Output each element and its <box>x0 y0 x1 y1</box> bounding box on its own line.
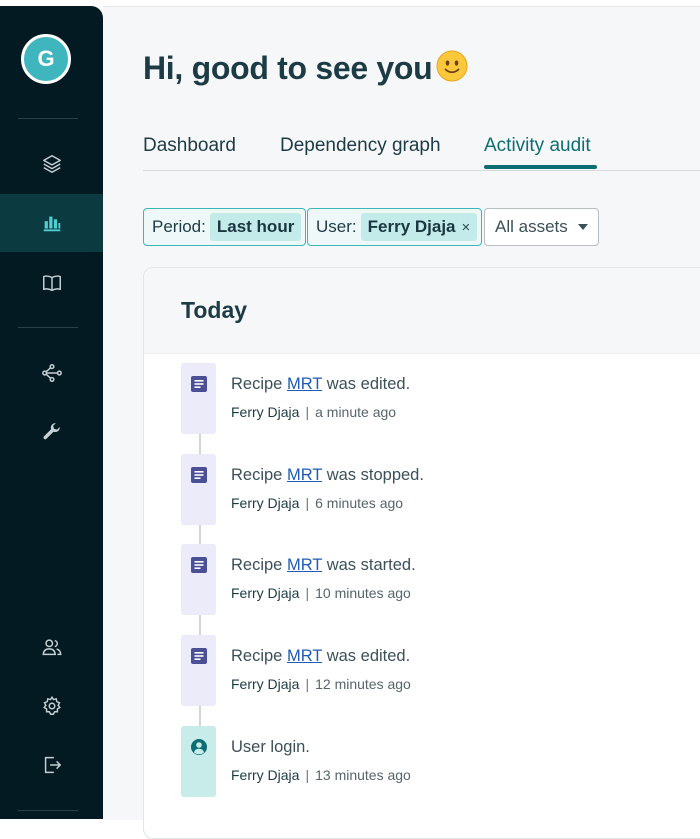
event-timestamp: 12 minutes ago <box>315 676 411 692</box>
event-prefix: Recipe <box>231 466 283 484</box>
recipe-link[interactable]: MRT <box>287 466 322 484</box>
meta-separator: | <box>305 676 310 692</box>
event-icon-box <box>181 635 216 706</box>
network-icon <box>41 364 62 382</box>
sidebar: G <box>0 6 103 819</box>
period-filter-label: Period: <box>152 217 206 236</box>
event-description: Recipe MRT was edited. <box>231 647 410 666</box>
event-user: Ferry Djaja <box>231 495 300 511</box>
nav-item-settings[interactable] <box>0 677 103 735</box>
layers-icon <box>42 155 61 173</box>
nav-item-analytics[interactable] <box>0 194 103 252</box>
nav-item-layers[interactable] <box>0 135 103 193</box>
event-prefix: Recipe <box>231 556 283 574</box>
assets-dropdown[interactable]: All assets <box>484 208 599 246</box>
user-filter-value: Ferry Djaja <box>367 217 456 236</box>
recipe-link[interactable]: MRT <box>287 375 322 393</box>
activity-card: Today Recipe MRT was edited. Ferry Djaja… <box>143 267 700 839</box>
assets-dropdown-label: All assets <box>495 217 568 236</box>
user-avatar[interactable]: G <box>21 34 71 84</box>
meta-separator: | <box>305 495 310 511</box>
event-action: was started. <box>326 556 416 574</box>
smiley-face-icon <box>436 50 468 82</box>
user-circle-icon <box>190 739 207 755</box>
logout-icon <box>44 756 61 774</box>
meta-separator: | <box>305 404 310 420</box>
nav-item-connections[interactable] <box>0 344 103 402</box>
tab-activity-audit[interactable]: Activity audit <box>484 135 591 165</box>
event-icon-box <box>181 726 216 797</box>
gear-icon <box>42 695 61 715</box>
meta-separator: | <box>305 767 310 783</box>
nav-item-users[interactable] <box>0 618 103 676</box>
user-filter-chip[interactable]: User: Ferry Djaja × <box>307 208 483 246</box>
event-description: Recipe MRT was started. <box>231 556 416 575</box>
event-prefix: Recipe <box>231 647 283 665</box>
main-content: Hi, good to see you Dashboard Dependency… <box>103 6 700 839</box>
event-action: was edited. <box>326 647 411 665</box>
event-meta: Ferry Djaja | 13 minutes ago <box>231 767 411 783</box>
book-icon <box>42 275 61 292</box>
avatar-initial: G <box>37 46 55 71</box>
event-user: Ferry Djaja <box>231 585 300 601</box>
tab-bar: Dashboard Dependency graph Activity audi… <box>143 131 700 171</box>
activity-event: Recipe MRT was edited. Ferry Djaja | 12 mi… <box>181 635 700 707</box>
sidebar-divider <box>18 118 78 119</box>
event-description: Recipe MRT was stopped. <box>231 466 424 485</box>
recipe-document-icon <box>190 467 207 483</box>
greeting-text: Hi, good to see you <box>143 50 433 86</box>
nav-item-tools[interactable] <box>0 403 103 461</box>
active-tab-indicator <box>484 165 597 169</box>
event-user: Ferry Djaja <box>231 404 300 420</box>
event-icon-box <box>181 544 216 615</box>
users-icon <box>41 639 61 656</box>
sidebar-divider <box>18 327 78 328</box>
tab-dashboard[interactable]: Dashboard <box>143 135 236 165</box>
recipe-document-icon <box>190 376 207 392</box>
recipe-link[interactable]: MRT <box>287 647 322 665</box>
event-meta: Ferry Djaja | 6 minutes ago <box>231 495 403 511</box>
event-timestamp: a minute ago <box>315 404 397 420</box>
event-prefix: Recipe <box>231 375 283 393</box>
event-user: Ferry Djaja <box>231 767 300 783</box>
event-meta: Ferry Djaja | 10 minutes ago <box>231 585 411 601</box>
period-filter-value: Last hour <box>209 213 302 241</box>
event-description: User login. <box>231 738 310 756</box>
activity-card-header: Today <box>144 268 700 354</box>
event-user: Ferry Djaja <box>231 676 300 692</box>
sidebar-divider <box>18 810 78 811</box>
activity-event: User login. Ferry Djaja | 13 minutes ago <box>181 726 700 798</box>
section-title: Today <box>181 297 248 323</box>
activity-event: Recipe MRT was edited. Ferry Djaja | a min… <box>181 363 700 435</box>
event-action: was edited. <box>326 375 411 393</box>
recipe-document-icon <box>190 648 207 664</box>
user-filter-value-wrap: Ferry Djaja × <box>360 213 478 241</box>
event-icon-box <box>181 363 216 434</box>
event-description: Recipe MRT was edited. <box>231 375 410 394</box>
nav-item-docs[interactable] <box>0 254 103 312</box>
activity-event: Recipe MRT was stopped. Ferry Djaja | 6 mi… <box>181 454 700 526</box>
event-timestamp: 6 minutes ago <box>315 495 404 511</box>
recipe-link[interactable]: MRT <box>287 556 322 574</box>
tab-dependency-graph[interactable]: Dependency graph <box>280 135 441 165</box>
event-meta: Ferry Djaja | 12 minutes ago <box>231 676 411 692</box>
close-icon[interactable]: × <box>462 219 471 236</box>
period-filter-chip[interactable]: Period: Last hour <box>143 208 307 246</box>
event-meta: Ferry Djaja | a minute ago <box>231 404 396 420</box>
event-icon-box <box>181 454 216 525</box>
caret-down-icon <box>577 224 588 230</box>
bar-chart-icon <box>43 216 60 232</box>
event-timestamp: 10 minutes ago <box>315 585 411 601</box>
recipe-document-icon <box>190 557 207 573</box>
page-greeting: Hi, good to see you <box>143 50 468 87</box>
nav-item-logout[interactable] <box>0 736 103 794</box>
event-timestamp: 13 minutes ago <box>315 767 411 783</box>
meta-separator: | <box>305 585 310 601</box>
user-filter-label: User: <box>316 217 357 236</box>
event-action: was stopped. <box>326 466 424 484</box>
wrench-icon <box>43 423 60 440</box>
activity-event: Recipe MRT was started. Ferry Djaja | 10 m… <box>181 544 700 616</box>
